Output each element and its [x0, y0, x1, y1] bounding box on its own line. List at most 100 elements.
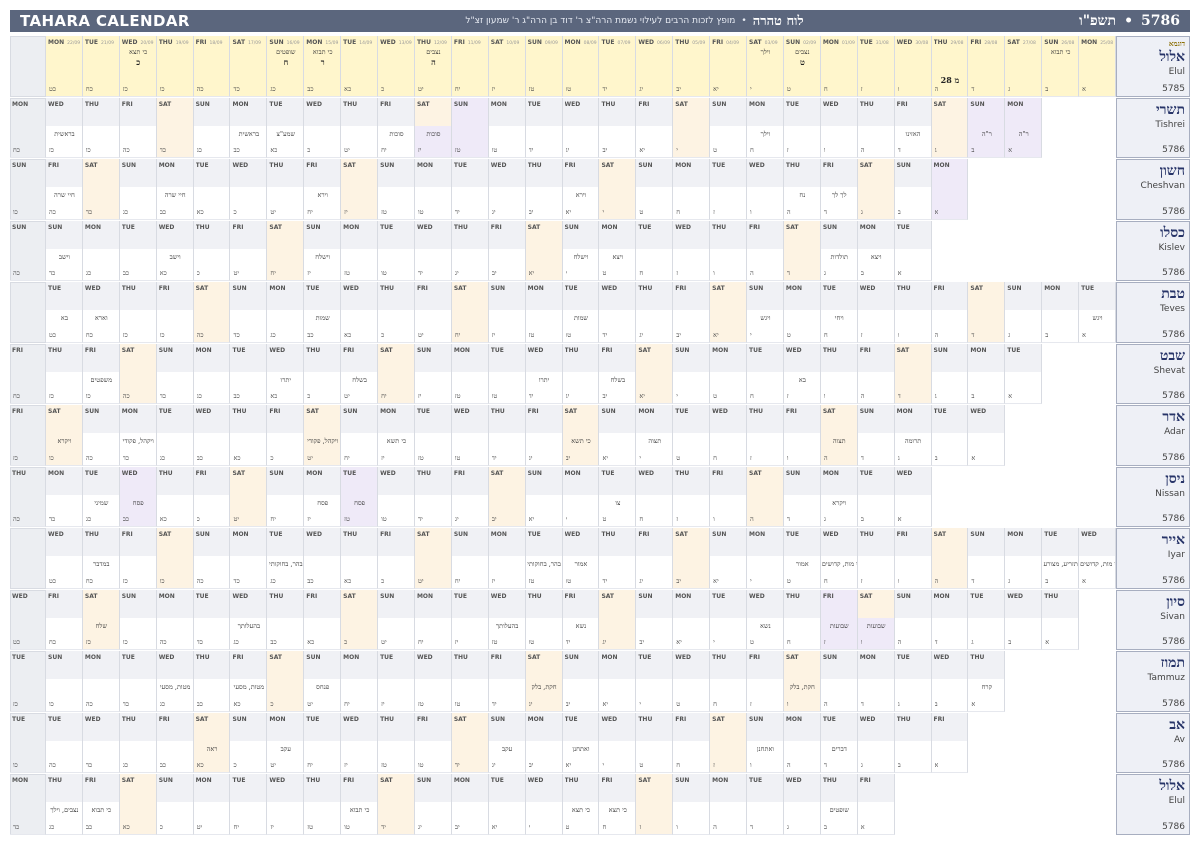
day-cell[interactable]: WED אחרי מות, קדושים ח [820, 528, 858, 589]
day-cell[interactable]: SUN יט [378, 589, 415, 650]
day-cell[interactable]: WED י [599, 712, 637, 773]
day-cell[interactable]: SAT יא [636, 343, 674, 404]
day-cell[interactable]: FRI שבועות ז [820, 589, 858, 650]
day-cell[interactable]: MON ד [931, 589, 969, 650]
day-cell[interactable]: THU יג [636, 282, 674, 343]
day-cell[interactable]: MON כי תשא יז [378, 405, 415, 466]
day-cell[interactable]: THU טז [304, 774, 342, 835]
day-cell[interactable]: MON עקב יט [267, 712, 305, 773]
day-cell[interactable]: WED בראשית כז [46, 97, 83, 158]
day-cell[interactable]: TUE כב [230, 343, 268, 404]
day-cell[interactable]: THU נח ה [783, 159, 821, 220]
day-cell[interactable]: FRI כי תצא ח [599, 774, 637, 835]
day-cell[interactable]: SUN כ [230, 712, 268, 773]
day-cell[interactable]: TUE א [894, 220, 932, 281]
day-cell[interactable]: SAT י [673, 97, 711, 158]
day-cell[interactable]: THU ו [710, 220, 748, 281]
day-cell[interactable]: WED יתרו כא [267, 343, 305, 404]
day-cell[interactable]: SUN ט [636, 159, 674, 220]
day-cell[interactable]: SUN כה [193, 528, 231, 589]
day-cell[interactable]: TUE ויחי ח [820, 282, 858, 343]
day-cell[interactable]: FRI יב [488, 220, 526, 281]
day-cell[interactable]: SAT יא [525, 220, 563, 281]
day-cell[interactable]: SAT יח [451, 282, 489, 343]
day-cell[interactable]: TUE ויגש א [1079, 282, 1116, 343]
day-cell[interactable]: SAT כד [156, 97, 194, 158]
day-cell[interactable]: TUE י [636, 651, 674, 712]
day-cell[interactable]: WED יג [562, 97, 600, 158]
day-cell[interactable]: SAT יח [267, 220, 305, 281]
day-cell[interactable]: SUN כה [10, 220, 46, 281]
day-cell[interactable]: SAT ויקרא כו [46, 405, 83, 466]
day-cell[interactable]: SUN 02/09 נצבים ט ט [783, 36, 821, 97]
day-cell[interactable]: MON טז [341, 220, 379, 281]
day-cell[interactable]: TUE יח [304, 712, 342, 773]
day-cell[interactable]: THU יד [488, 405, 526, 466]
day-cell[interactable]: MON כג [82, 220, 120, 281]
day-cell[interactable]: TUE 14/09 כא [341, 36, 379, 97]
day-cell[interactable]: SAT כו [156, 528, 194, 589]
day-cell[interactable]: WED כב [193, 405, 231, 466]
day-cell[interactable]: FRI יב [673, 282, 711, 343]
day-cell[interactable]: FRI יד [488, 651, 526, 712]
day-cell[interactable]: TUE טו [488, 343, 526, 404]
day-cell[interactable]: MON ויצא ב [857, 220, 895, 281]
day-cell[interactable]: SAT יב [488, 466, 526, 527]
day-cell[interactable]: TUE אמור ט [783, 528, 821, 589]
day-cell[interactable]: WED א [894, 466, 932, 527]
day-cell[interactable]: MON ט [783, 282, 821, 343]
day-cell[interactable]: FRI יג [451, 466, 489, 527]
day-cell[interactable]: FRI כ [378, 528, 415, 589]
day-cell[interactable]: MON יא [673, 589, 711, 650]
day-cell[interactable]: THU קרח א [968, 651, 1006, 712]
day-cell[interactable]: SUN ר"ה ב [968, 97, 1006, 158]
day-cell[interactable]: SAT ז [710, 712, 748, 773]
day-cell[interactable]: FRI כז [10, 405, 46, 466]
day-cell[interactable]: TUE 31/08 ז [857, 36, 895, 97]
day-cell[interactable]: MON בראשית כב [230, 97, 268, 158]
day-cell[interactable]: MON כה [82, 651, 120, 712]
day-cell[interactable]: SUN תולדות ג [820, 220, 858, 281]
day-cell[interactable]: FRI א [857, 774, 895, 835]
day-cell[interactable]: FRI 11/09 יח [451, 36, 489, 97]
day-cell[interactable]: SAT ה [747, 466, 784, 527]
day-cell[interactable]: WED כט [10, 589, 46, 650]
day-cell[interactable]: WED ח [710, 405, 748, 466]
day-cell[interactable]: WED ב [931, 651, 969, 712]
day-cell[interactable]: SUN 09/09 טז [525, 36, 563, 97]
day-cell[interactable]: MON א [931, 159, 969, 220]
day-cell[interactable]: THU נצבים, וילך כג [46, 774, 83, 835]
day-cell[interactable]: FRI א [931, 712, 969, 773]
day-cell[interactable]: SAT יח [378, 343, 415, 404]
day-cell[interactable]: SUN 16/09 שופטים ח כג [267, 36, 305, 97]
day-cell[interactable]: WED נשא ט [747, 589, 784, 650]
day-cell[interactable]: SAT יד [378, 774, 415, 835]
day-cell[interactable]: THU כג [119, 712, 157, 773]
day-cell[interactable]: SUN כה [82, 405, 120, 466]
day-cell[interactable]: MON טז [451, 343, 489, 404]
day-cell[interactable]: MON ויקרא ג [820, 466, 858, 527]
day-cell[interactable]: MON 25/08 א [1079, 36, 1116, 97]
day-cell[interactable]: MON יא [599, 651, 637, 712]
day-cell[interactable]: THU טו [451, 651, 489, 712]
day-cell[interactable]: MON ויצא ט [599, 220, 637, 281]
day-cell[interactable]: FRI כו [156, 282, 194, 343]
day-cell[interactable]: THU יד [599, 528, 637, 589]
day-cell[interactable]: MON ה [710, 774, 748, 835]
day-cell[interactable]: TUE יז [378, 651, 415, 712]
day-cell[interactable]: MON ר"ה א [1005, 97, 1043, 158]
day-cell[interactable]: THU ב [894, 712, 932, 773]
day-cell[interactable]: SAT שבועות ו [857, 589, 895, 650]
day-cell[interactable]: TUE כד [119, 651, 157, 712]
day-cell[interactable]: FRI יט [414, 282, 452, 343]
day-cell[interactable]: WED ג [783, 774, 821, 835]
day-cell[interactable]: SUN יא [599, 405, 637, 466]
day-cell[interactable]: MON כד [230, 528, 268, 589]
day-cell[interactable]: THU טו [525, 589, 563, 650]
day-cell[interactable]: MON ג [1005, 528, 1043, 589]
day-cell[interactable]: FRI מטות, מסעי כא [230, 651, 268, 712]
day-cell[interactable]: SAT יג [599, 589, 637, 650]
day-cell[interactable]: WED ז [857, 282, 895, 343]
day-cell[interactable]: WED טו [451, 405, 489, 466]
day-cell[interactable]: TUE א [1005, 343, 1043, 404]
